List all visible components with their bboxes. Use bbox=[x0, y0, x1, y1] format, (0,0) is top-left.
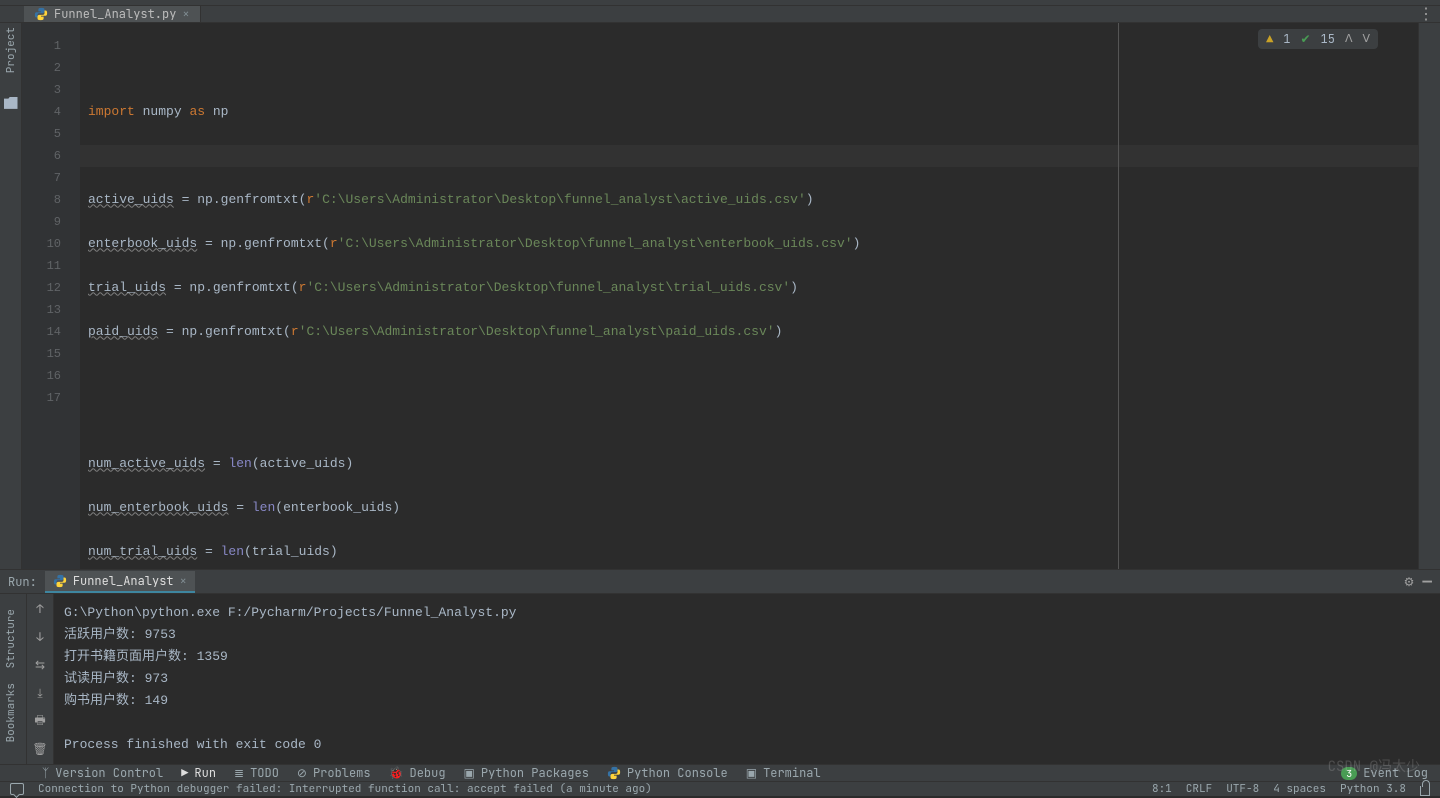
bottom-tool-bar: ᛉ Version Control ▶ Run ≣ TODO ⊘ Problem… bbox=[0, 764, 1440, 781]
warning-icon: ▲ bbox=[1266, 31, 1273, 47]
inspection-widget[interactable]: ▲1 ✔15 ᐱ ᐯ bbox=[1258, 29, 1378, 49]
terminal-button[interactable]: ▣ Terminal bbox=[746, 765, 821, 781]
bookmarks-tool-button[interactable]: Bookmarks bbox=[4, 683, 18, 742]
run-label: Run: bbox=[8, 574, 37, 590]
status-message: Connection to Python debugger failed: In… bbox=[38, 782, 652, 796]
structure-tool-button[interactable]: Structure bbox=[4, 609, 18, 668]
up-stack-icon[interactable]: ↑ bbox=[31, 600, 49, 618]
checkmark-icon: ✔ bbox=[1300, 31, 1310, 47]
run-tab[interactable]: Funnel_Analyst × bbox=[45, 571, 195, 593]
project-tool-button[interactable]: Project bbox=[4, 27, 18, 73]
scroll-end-icon[interactable]: ⤓ bbox=[31, 684, 49, 702]
chevron-down-icon[interactable]: ᐯ bbox=[1362, 32, 1370, 46]
print-icon[interactable]: 🖶 bbox=[31, 712, 49, 730]
tab-options-icon[interactable]: ⋮ bbox=[1418, 6, 1434, 22]
gear-icon[interactable]: ⚙ bbox=[1404, 574, 1415, 590]
python-file-icon bbox=[34, 7, 48, 21]
soft-wrap-icon[interactable]: ⇆ bbox=[31, 656, 49, 674]
line-separator[interactable]: CRLF bbox=[1186, 782, 1212, 796]
tab-file[interactable]: Funnel_Analyst.py × bbox=[24, 6, 201, 22]
debug-button[interactable]: 🐞 Debug bbox=[389, 765, 446, 781]
version-control-button[interactable]: ᛉ Version Control bbox=[42, 765, 163, 781]
interpreter[interactable]: Python 3.8 bbox=[1340, 782, 1406, 796]
left-tool-rail: Project bbox=[0, 23, 22, 569]
folder-icon[interactable] bbox=[4, 97, 18, 109]
run-button[interactable]: ▶ Run bbox=[181, 765, 216, 781]
file-encoding[interactable]: UTF-8 bbox=[1226, 782, 1259, 796]
left-bottom-rail: Structure Bookmarks bbox=[0, 603, 22, 748]
run-console[interactable]: G:\Python\python.exe F:/Pycharm/Projects… bbox=[54, 594, 1440, 764]
code-editor[interactable]: 1234567891011121314151617 import numpy a… bbox=[22, 23, 1418, 569]
editor-tabs: Funnel_Analyst.py × ⋮ bbox=[0, 6, 1440, 23]
indent-setting[interactable]: 4 spaces bbox=[1273, 782, 1326, 796]
todo-button[interactable]: ≣ TODO bbox=[234, 765, 279, 781]
problems-button[interactable]: ⊘ Problems bbox=[297, 765, 371, 781]
status-bar: Connection to Python debugger failed: In… bbox=[0, 781, 1440, 796]
chevron-up-icon[interactable]: ᐱ bbox=[1345, 32, 1353, 46]
tab-filename: Funnel_Analyst.py bbox=[54, 6, 176, 22]
clear-icon[interactable]: 🗑 bbox=[31, 740, 49, 758]
python-console-button[interactable]: Python Console bbox=[607, 765, 728, 781]
run-toolbar-secondary: ↑ ↓ ⇆ ⤓ 🖶 🗑 bbox=[27, 594, 54, 764]
caret-position[interactable]: 8:1 bbox=[1152, 782, 1172, 796]
down-stack-icon[interactable]: ↓ bbox=[31, 628, 49, 646]
right-tool-rail bbox=[1418, 23, 1440, 569]
hide-panel-icon[interactable]: — bbox=[1422, 571, 1432, 592]
python-file-icon bbox=[53, 574, 67, 588]
tab-close-icon[interactable]: × bbox=[182, 6, 189, 22]
line-gutter: 1234567891011121314151617 bbox=[22, 23, 80, 569]
run-tool-window: Run: Funnel_Analyst × ⚙ — ▶ 🔧 ◧ ◫ 📌 ↑ bbox=[0, 569, 1440, 764]
watermark-text: CSDN @冯太少 bbox=[1328, 756, 1420, 776]
lock-icon[interactable] bbox=[1420, 786, 1430, 796]
python-packages-button[interactable]: ▣ Python Packages bbox=[464, 765, 589, 781]
notifications-icon[interactable] bbox=[10, 783, 24, 795]
run-tab-close-icon[interactable]: × bbox=[180, 573, 187, 589]
